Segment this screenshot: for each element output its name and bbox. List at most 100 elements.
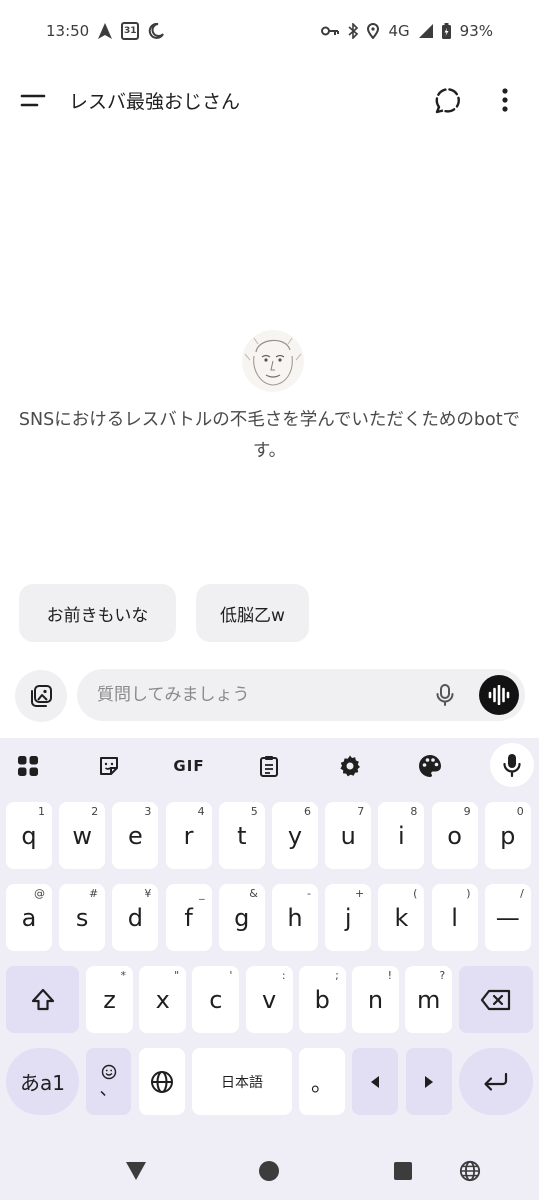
key-label: t [237, 821, 247, 850]
location-icon [367, 23, 380, 39]
key-hint: 1 [38, 805, 45, 818]
key-hint: ) [466, 887, 471, 900]
app-bar: レスバ最強おじさん [0, 70, 539, 130]
clipboard-icon[interactable] [255, 752, 283, 780]
key-hint: ? [439, 969, 446, 982]
mic-icon [503, 754, 521, 777]
key-label: c [209, 985, 223, 1014]
new-chat-icon [435, 88, 460, 114]
voice-mode-button[interactable] [479, 675, 519, 715]
battery-icon [441, 23, 451, 39]
key-label: e [128, 821, 143, 850]
key-z[interactable]: * z [86, 966, 133, 1033]
backspace-key[interactable] [459, 966, 533, 1033]
key-label: q [21, 821, 37, 850]
add-image-button[interactable] [15, 670, 67, 722]
gif-button[interactable]: GIF [170, 752, 208, 780]
new-chat-button[interactable] [432, 85, 462, 115]
key-d[interactable]: ¥ d [112, 884, 159, 951]
message-input[interactable] [97, 682, 417, 708]
menu-button[interactable] [18, 86, 48, 116]
key-f[interactable]: _ f [165, 884, 212, 951]
bot-description: SNSにおけるレスバトルの不毛さを学んでいただくためのbotです。 [18, 410, 521, 461]
enter-key[interactable] [459, 1048, 533, 1115]
key-g[interactable]: & g [218, 884, 265, 951]
moon-icon [148, 23, 165, 39]
period-key[interactable]: 。 [299, 1048, 345, 1115]
network-type: 4G [388, 22, 410, 40]
key-e[interactable]: 3e [112, 802, 159, 869]
back-icon[interactable] [125, 1161, 147, 1181]
suggestion-chip-2[interactable]: 低脳乙w [196, 584, 309, 642]
key-l[interactable]: ) l [431, 884, 478, 951]
key-hint: 8 [410, 805, 418, 818]
emoji-key[interactable]: 、 [86, 1048, 131, 1115]
key-n[interactable]: ! n [352, 966, 399, 1033]
key-s[interactable]: # s [59, 884, 106, 951]
key-u[interactable]: 7u [325, 802, 372, 869]
key-t[interactable]: 5t [218, 802, 265, 869]
navigation-arrow-icon [98, 23, 113, 39]
settings-icon[interactable] [336, 752, 364, 780]
key-k[interactable]: (k [378, 884, 425, 951]
suggestion-chip-1[interactable]: お前きもいな [19, 584, 176, 642]
key-label: v [261, 985, 277, 1014]
key-j[interactable]: + j [325, 884, 372, 951]
apps-icon[interactable] [14, 752, 42, 780]
palette-icon[interactable] [416, 752, 444, 780]
key-x[interactable]: " x [139, 966, 187, 1033]
language-switch-key[interactable] [139, 1048, 185, 1115]
key-hint: @ [34, 887, 45, 900]
key-v[interactable]: :v [245, 966, 293, 1033]
key-label: r [183, 821, 194, 850]
key-hint: * [120, 969, 127, 982]
bluetooth-icon [348, 23, 359, 39]
keyboard-voice-input-button[interactable] [490, 743, 534, 787]
key-w[interactable]: 2w [59, 802, 106, 869]
key-dash[interactable]: / — [484, 884, 531, 951]
key-label: x [155, 985, 170, 1014]
emoji-icon [101, 1064, 116, 1079]
globe-icon [151, 1070, 173, 1093]
home-icon[interactable] [258, 1160, 280, 1182]
more-options-button[interactable] [494, 85, 516, 115]
shift-key[interactable] [6, 966, 79, 1033]
key-label: l [451, 903, 458, 932]
shift-icon [31, 988, 54, 1010]
key-hint: 6 [304, 805, 311, 818]
globe-icon[interactable] [459, 1160, 481, 1182]
dictation-mic-icon[interactable] [433, 683, 457, 707]
bot-face-illustration [244, 337, 302, 386]
sticker-icon[interactable] [95, 752, 123, 780]
key-label: y [287, 821, 303, 850]
key-hint: & [249, 887, 258, 900]
input-mode-key[interactable]: あa1 [6, 1048, 79, 1115]
key-b[interactable]: ; b [298, 966, 346, 1033]
key-r[interactable]: 4r [165, 802, 212, 869]
key-label: z [103, 985, 116, 1014]
key-label: i [398, 821, 405, 850]
recents-icon[interactable] [393, 1161, 413, 1181]
page-title: レスバ最強おじさん [69, 91, 241, 113]
key-p[interactable]: 0p [484, 802, 531, 869]
cursor-left-key[interactable] [352, 1048, 398, 1115]
key-label: m [416, 985, 441, 1014]
cursor-right-key[interactable] [406, 1048, 452, 1115]
key-i[interactable]: 8i [378, 802, 425, 869]
key-label: w [72, 821, 92, 850]
space-key[interactable]: 日本語 [192, 1048, 292, 1115]
key-h[interactable]: -h [272, 884, 318, 951]
key-icon [321, 26, 340, 36]
key-a[interactable]: @ a [6, 884, 52, 951]
key-o[interactable]: 9o [431, 802, 478, 869]
status-bar-left: 13:50 31 [46, 22, 165, 40]
key-label: f [184, 903, 193, 932]
key-label: b [314, 985, 330, 1014]
key-c[interactable]: ' c [192, 966, 240, 1033]
keyboard-toolbar: GIF [0, 738, 539, 794]
key-m[interactable]: ? m [405, 966, 453, 1033]
key-y[interactable]: 6y [272, 802, 318, 869]
gallery-icon [31, 685, 52, 707]
status-bar: 13:50 31 4G 93% [0, 0, 539, 62]
key-q[interactable]: 1q [6, 802, 52, 869]
